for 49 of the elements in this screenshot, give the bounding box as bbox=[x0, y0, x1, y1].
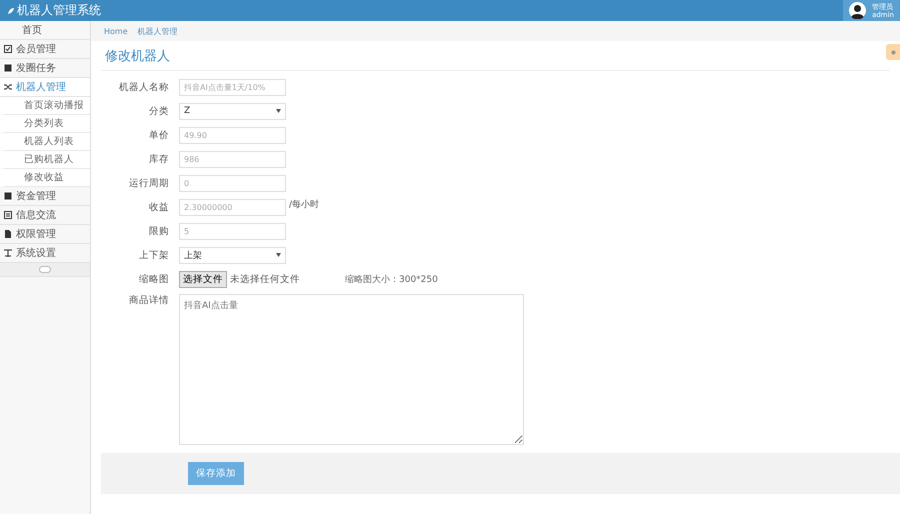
sidebar-subitem[interactable]: 机器人列表 bbox=[0, 133, 90, 151]
avatar-icon bbox=[849, 2, 866, 19]
field-label: 分类 bbox=[148, 104, 170, 118]
field-label: 运行周期 bbox=[128, 176, 170, 190]
select-field[interactable]: Z bbox=[179, 102, 286, 120]
sidebar-item[interactable]: 机器人管理 bbox=[0, 78, 90, 97]
description-field[interactable]: 抖音AI点击量 bbox=[179, 294, 524, 445]
unit-text: /每小时 bbox=[289, 198, 320, 211]
square-icon bbox=[4, 192, 12, 200]
sidebar-item[interactable]: 权限管理 bbox=[0, 225, 90, 244]
select-field[interactable]: 上架 bbox=[179, 246, 286, 264]
page-title: 修改机器人 bbox=[101, 41, 890, 71]
choose-file-button[interactable]: 选择文件 bbox=[179, 270, 227, 288]
text-field[interactable]: 2.30000000 bbox=[179, 198, 286, 216]
field-label: 缩略图 bbox=[138, 272, 170, 286]
file-icon bbox=[4, 230, 12, 238]
checkbox-icon bbox=[4, 45, 12, 53]
sidebar-item[interactable]: 首页 bbox=[0, 21, 90, 40]
settings-tab[interactable] bbox=[886, 44, 900, 60]
sidebar-subitem[interactable]: 修改收益 bbox=[0, 169, 90, 187]
file-status-text: 未选择任何文件 bbox=[230, 272, 300, 286]
field-label: 机器人名称 bbox=[118, 80, 170, 94]
field-label: 商品详情 bbox=[128, 294, 170, 307]
text-field[interactable]: 986 bbox=[179, 150, 286, 168]
text-field[interactable]: 0 bbox=[179, 174, 286, 192]
sidebar-subitem[interactable]: 首页滚动播报 bbox=[0, 97, 90, 115]
text-field[interactable]: 49.90 bbox=[179, 126, 286, 144]
sidebar-subitem[interactable]: 分类列表 bbox=[0, 115, 90, 133]
shuffle-icon bbox=[4, 83, 12, 91]
square-icon bbox=[4, 64, 12, 72]
sidebar-item[interactable]: 资金管理 bbox=[0, 187, 90, 206]
app-title: 机器人管理系统 bbox=[17, 2, 101, 19]
sidebar-subitem[interactable]: 已购机器人 bbox=[0, 151, 90, 169]
caret-icon bbox=[276, 109, 281, 113]
field-label: 单价 bbox=[148, 128, 170, 142]
list-icon bbox=[4, 211, 12, 219]
field-label: 上下架 bbox=[138, 248, 170, 262]
text-field[interactable]: 抖音AI点击量1天/10% bbox=[179, 78, 286, 96]
field-label: 收益 bbox=[148, 200, 170, 214]
field-label: 限购 bbox=[148, 224, 170, 238]
sidebar-item[interactable]: 会员管理 bbox=[0, 40, 90, 59]
size-hint-text: 缩略图大小：300*250 bbox=[345, 274, 438, 286]
text-field[interactable]: 5 bbox=[179, 222, 286, 240]
text-icon bbox=[4, 249, 12, 257]
caret-icon bbox=[276, 253, 281, 257]
sidebar-item[interactable]: 信息交流 bbox=[0, 206, 90, 225]
field-label: 库存 bbox=[148, 152, 170, 166]
collapse-handle-icon[interactable] bbox=[39, 266, 51, 273]
leaf-icon bbox=[8, 8, 14, 14]
